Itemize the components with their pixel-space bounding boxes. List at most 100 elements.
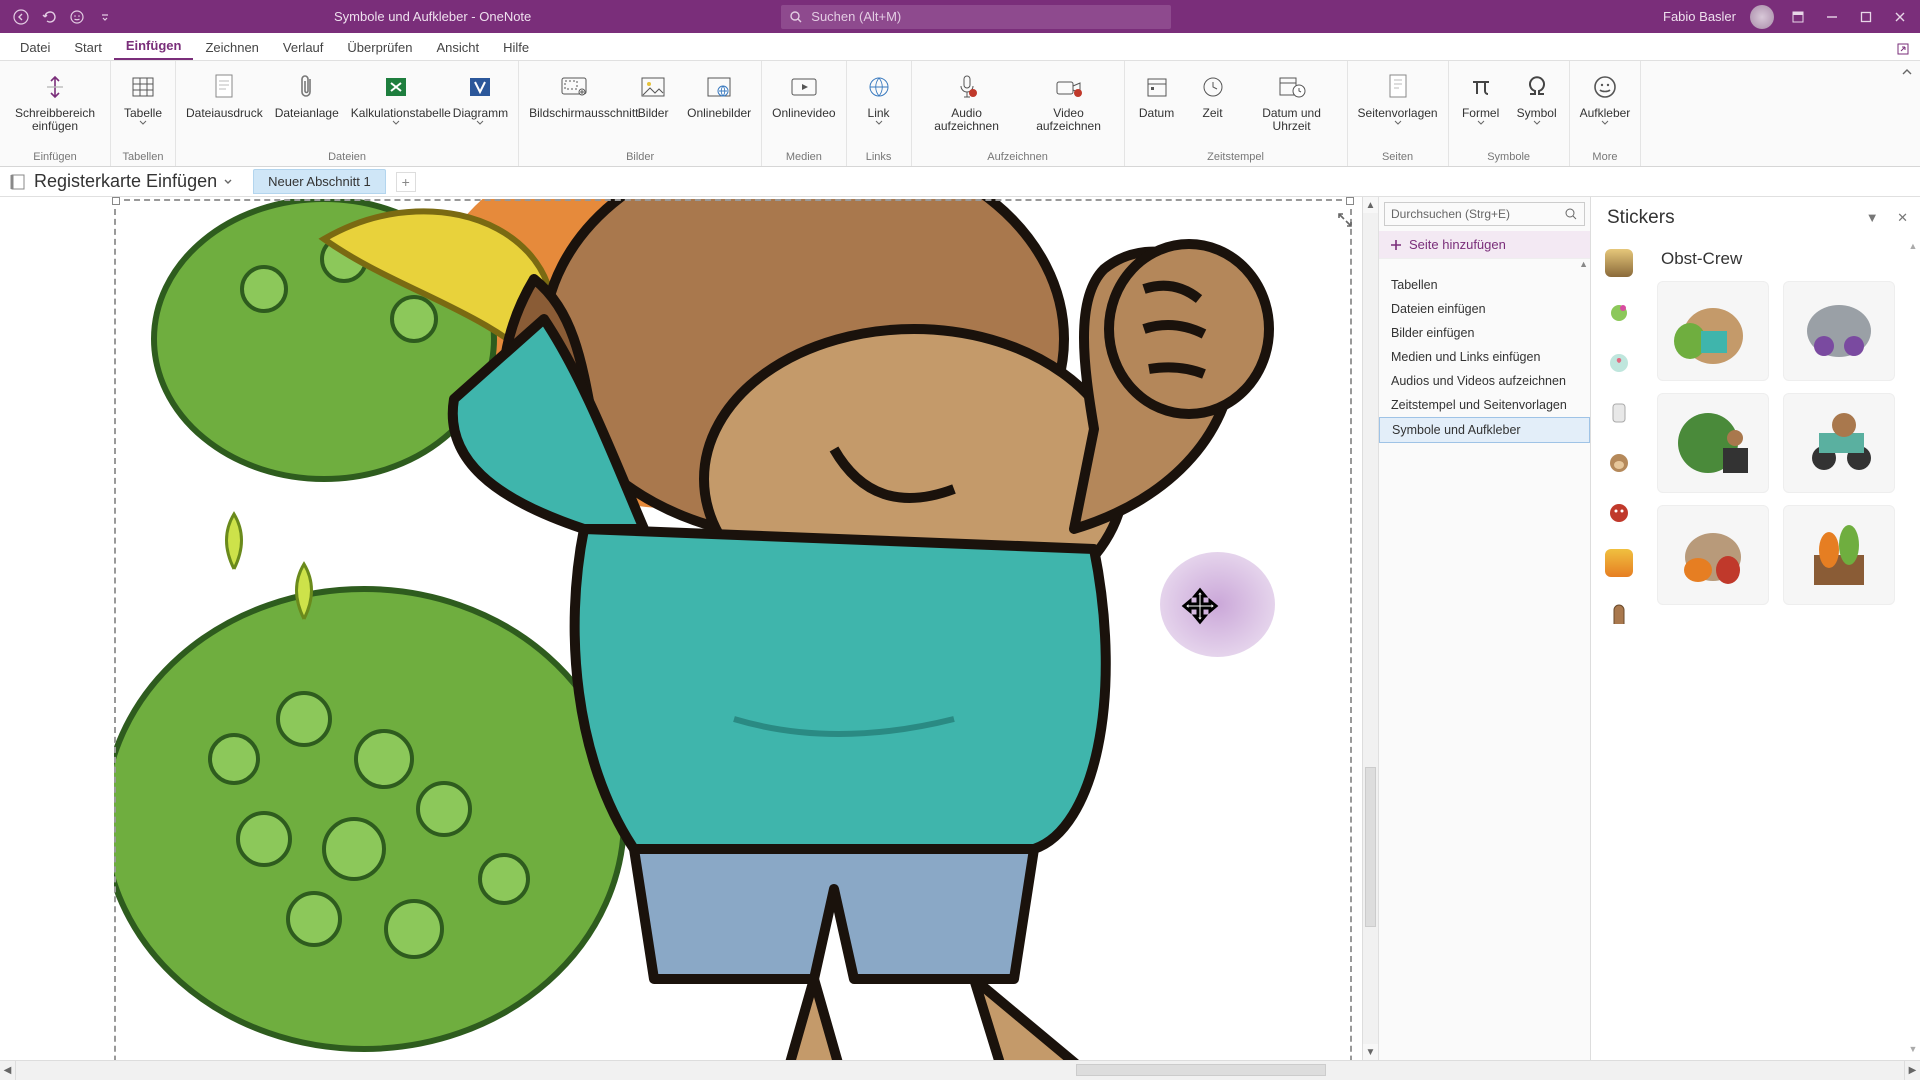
- sticker-thumb[interactable]: [1783, 393, 1895, 493]
- emoji-icon[interactable]: [68, 8, 86, 26]
- link-button[interactable]: Link: [851, 65, 907, 149]
- search-box[interactable]: Suchen (Alt+M): [781, 5, 1171, 29]
- sticker-category[interactable]: [1605, 399, 1633, 427]
- link-icon: [863, 71, 895, 103]
- page-item[interactable]: Bilder einfügen: [1379, 321, 1590, 345]
- file-attachment-button[interactable]: Dateianlage: [269, 65, 345, 149]
- tab-start[interactable]: Start: [62, 35, 113, 60]
- scroll-up-icon[interactable]: ▲: [1579, 259, 1588, 273]
- search-placeholder: Suchen (Alt+M): [811, 9, 901, 24]
- sticker-category[interactable]: [1605, 299, 1633, 327]
- add-page-button[interactable]: Seite hinzufügen: [1379, 231, 1590, 259]
- online-video-button[interactable]: Onlinevideo: [766, 65, 841, 149]
- sticker-thumb[interactable]: [1657, 281, 1769, 381]
- tab-datei[interactable]: Datei: [8, 35, 62, 60]
- sticker-thumb[interactable]: [1783, 281, 1895, 381]
- panel-options-icon[interactable]: ▼: [1866, 210, 1879, 225]
- scroll-right-icon[interactable]: ▶: [1904, 1061, 1920, 1080]
- pictures-button[interactable]: Bilder: [625, 65, 681, 149]
- datetime-button[interactable]: Datum und Uhrzeit: [1241, 65, 1343, 149]
- maximize-icon[interactable]: [1856, 7, 1876, 27]
- undo-icon[interactable]: [40, 8, 58, 26]
- page-item[interactable]: Medien und Links einfügen: [1379, 345, 1590, 369]
- sticker-category[interactable]: [1605, 549, 1633, 577]
- page-item[interactable]: Audios und Videos aufzeichnen: [1379, 369, 1590, 393]
- ribbon-group-bilder: Bildschirmausschnitt Bilder Onlinebilder…: [519, 61, 762, 166]
- sticker-category[interactable]: [1605, 349, 1633, 377]
- spreadsheet-button[interactable]: Kalkulationstabelle: [345, 65, 447, 149]
- clock-icon: [1197, 71, 1229, 103]
- scroll-down-icon[interactable]: ▼: [1363, 1044, 1378, 1060]
- user-avatar[interactable]: [1750, 5, 1774, 29]
- scroll-down-icon[interactable]: ▼: [1906, 1044, 1920, 1054]
- page-item[interactable]: Tabellen: [1379, 273, 1590, 297]
- tab-hilfe[interactable]: Hilfe: [491, 35, 541, 60]
- scrollbar-thumb[interactable]: [1365, 767, 1376, 927]
- sticker-thumb[interactable]: [1657, 505, 1769, 605]
- equation-button[interactable]: Formel: [1453, 65, 1509, 149]
- horizontal-scrollbar[interactable]: ◀ ▶: [0, 1060, 1920, 1080]
- page-item[interactable]: Dateien einfügen: [1379, 297, 1590, 321]
- screenshot-icon: [558, 71, 590, 103]
- tab-ansicht[interactable]: Ansicht: [424, 35, 491, 60]
- sticker-category[interactable]: [1605, 599, 1633, 627]
- qat-dropdown-icon[interactable]: [96, 8, 114, 26]
- back-icon[interactable]: [12, 8, 30, 26]
- diagram-button[interactable]: Diagramm: [447, 65, 514, 149]
- group-label: Symbole: [1453, 149, 1565, 166]
- tab-ueberpruefen[interactable]: Überprüfen: [335, 35, 424, 60]
- add-section-button[interactable]: +: [396, 172, 416, 192]
- excel-icon: [380, 71, 412, 103]
- close-panel-icon[interactable]: ✕: [1897, 210, 1908, 225]
- page-templates-button[interactable]: Seitenvorlagen: [1352, 65, 1444, 149]
- scrollbar-thumb[interactable]: [1076, 1064, 1326, 1076]
- symbol-button[interactable]: Symbol: [1509, 65, 1565, 149]
- time-button[interactable]: Zeit: [1185, 65, 1241, 149]
- scrollbar-track[interactable]: [16, 1061, 1904, 1080]
- page-canvas[interactable]: ▲ ▼: [0, 197, 1378, 1060]
- date-button[interactable]: Datum: [1129, 65, 1185, 149]
- record-video-button[interactable]: Video aufzeichnen: [1018, 65, 1120, 149]
- full-page-view-icon[interactable]: [1336, 211, 1354, 229]
- file-printout-button[interactable]: Dateiausdruck: [180, 65, 269, 149]
- canvas-vertical-scrollbar[interactable]: ▲ ▼: [1362, 197, 1378, 1060]
- tab-verlauf[interactable]: Verlauf: [271, 35, 335, 60]
- page-item[interactable]: Symbole und Aufkleber: [1379, 417, 1590, 443]
- sticker-group-title: Obst-Crew: [1661, 249, 1896, 269]
- sticker-thumb[interactable]: [1657, 393, 1769, 493]
- ribbon-group-more: Aufkleber More: [1570, 61, 1642, 166]
- chevron-down-icon: [139, 120, 147, 125]
- ribbon-group-einfuegen: Schreibbereich einfügen Einfügen: [0, 61, 111, 166]
- user-name[interactable]: Fabio Basler: [1663, 9, 1736, 24]
- section-tab[interactable]: Neuer Abschnitt 1: [253, 169, 386, 194]
- tab-einfuegen[interactable]: Einfügen: [114, 33, 194, 60]
- sticker-category[interactable]: [1605, 449, 1633, 477]
- online-pictures-button[interactable]: Onlinebilder: [681, 65, 757, 149]
- close-icon[interactable]: [1890, 7, 1910, 27]
- scroll-up-icon[interactable]: ▲: [1906, 241, 1920, 251]
- notebook-icon[interactable]: [8, 172, 28, 192]
- stickers-button[interactable]: Aufkleber: [1574, 65, 1637, 149]
- ribbon-expand-icon[interactable]: [1886, 38, 1920, 60]
- scroll-left-icon[interactable]: ◀: [0, 1061, 16, 1080]
- scroll-up-icon[interactable]: ▲: [1363, 197, 1378, 213]
- tab-zeichnen[interactable]: Zeichnen: [193, 35, 270, 60]
- insert-space-button[interactable]: Schreibbereich einfügen: [4, 65, 106, 149]
- chevron-down-icon: [1601, 120, 1609, 125]
- sticker-thumb[interactable]: [1783, 505, 1895, 605]
- page-search-input[interactable]: Durchsuchen (Strg+E): [1384, 202, 1585, 226]
- online-video-icon: [788, 71, 820, 103]
- screenshot-button[interactable]: Bildschirmausschnitt: [523, 65, 625, 149]
- page-item[interactable]: Zeitstempel und Seitenvorlagen: [1379, 393, 1590, 417]
- collapse-ribbon-icon[interactable]: [1900, 65, 1914, 79]
- sticker-category[interactable]: [1605, 499, 1633, 527]
- notebook-dropdown[interactable]: Registerkarte Einfügen: [28, 171, 239, 192]
- table-button[interactable]: Tabelle: [115, 65, 171, 149]
- sticker-category-list: [1591, 235, 1647, 1060]
- group-label: Links: [851, 149, 907, 166]
- sticker-category[interactable]: [1605, 249, 1633, 277]
- ribbon-group-medien: Onlinevideo Medien: [762, 61, 846, 166]
- minimize-icon[interactable]: [1822, 7, 1842, 27]
- record-audio-button[interactable]: Audio aufzeichnen: [916, 65, 1018, 149]
- ribbon-display-icon[interactable]: [1788, 7, 1808, 27]
